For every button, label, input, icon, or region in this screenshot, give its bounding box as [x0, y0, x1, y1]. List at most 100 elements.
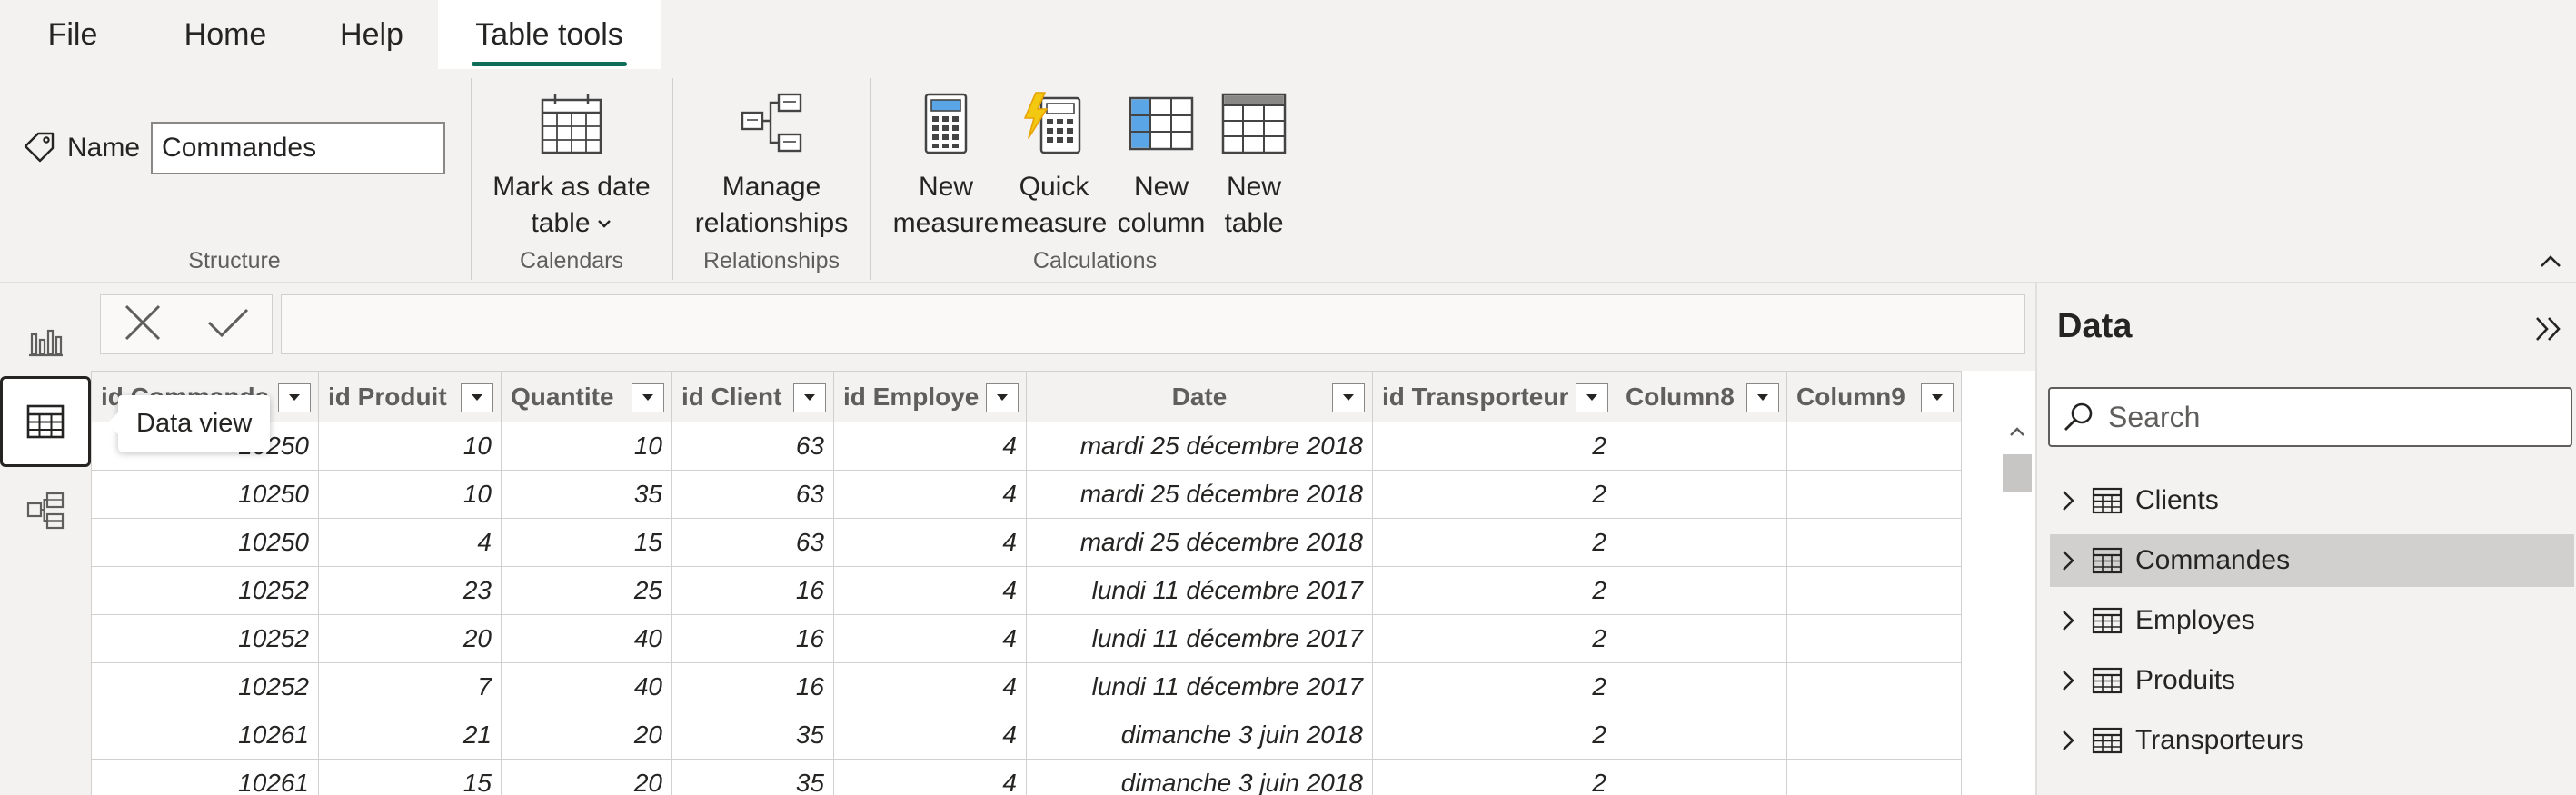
- collapse-ribbon-button[interactable]: [2536, 247, 2565, 276]
- table-cell[interactable]: 2: [1372, 614, 1616, 663]
- formula-input[interactable]: [281, 294, 2025, 354]
- filter-dropdown-button[interactable]: [632, 383, 664, 412]
- table-cell[interactable]: 10250: [91, 518, 319, 567]
- table-cell[interactable]: 35: [671, 711, 834, 760]
- tab-file[interactable]: File: [27, 0, 118, 69]
- table-cell[interactable]: dimanche 3 juin 2018: [1026, 711, 1373, 760]
- new-table-button[interactable]: New table: [1207, 91, 1301, 242]
- table-list-item[interactable]: Produits: [2050, 654, 2574, 707]
- table-cell[interactable]: [1616, 422, 1787, 471]
- vertical-scrollbar[interactable]: [1999, 418, 2035, 795]
- table-cell[interactable]: 10261: [91, 711, 319, 760]
- table-cell[interactable]: 4: [833, 662, 1027, 711]
- tab-table-tools[interactable]: Table tools: [438, 0, 661, 69]
- model-view-button[interactable]: [0, 465, 91, 556]
- table-cell[interactable]: 2: [1372, 470, 1616, 519]
- table-cell[interactable]: 2: [1372, 662, 1616, 711]
- column-header-column8[interactable]: Column8: [1616, 371, 1787, 422]
- table-cell[interactable]: 20: [501, 759, 672, 795]
- column-header-id-produit[interactable]: id Produit: [318, 371, 502, 422]
- table-cell[interactable]: [1616, 662, 1787, 711]
- table-cell[interactable]: [1786, 518, 1962, 567]
- cancel-formula-button[interactable]: [123, 303, 163, 347]
- table-cell[interactable]: 35: [501, 470, 672, 519]
- report-view-button[interactable]: [0, 294, 91, 385]
- table-cell[interactable]: mardi 25 décembre 2018: [1026, 470, 1373, 519]
- table-cell[interactable]: [1616, 614, 1787, 663]
- data-search-box[interactable]: [2048, 387, 2572, 447]
- table-cell[interactable]: 2: [1372, 711, 1616, 760]
- table-cell[interactable]: 2: [1372, 759, 1616, 795]
- table-list-item[interactable]: Clients: [2050, 474, 2574, 527]
- table-list-item[interactable]: Transporteurs: [2050, 714, 2574, 767]
- filter-dropdown-button[interactable]: [461, 383, 493, 412]
- chevron-right-icon[interactable]: [2059, 550, 2081, 571]
- table-cell[interactable]: mardi 25 décembre 2018: [1026, 422, 1373, 471]
- chevron-right-icon[interactable]: [2059, 490, 2081, 512]
- scroll-up-button[interactable]: [2004, 418, 2030, 445]
- table-cell[interactable]: 20: [501, 711, 672, 760]
- table-cell[interactable]: [1786, 759, 1962, 795]
- collapse-data-pane-button[interactable]: [2531, 311, 2567, 347]
- table-cell[interactable]: 40: [501, 614, 672, 663]
- table-cell[interactable]: 2: [1372, 566, 1616, 615]
- column-header-id-employe[interactable]: id Employe: [833, 371, 1027, 422]
- table-cell[interactable]: 2: [1372, 422, 1616, 471]
- table-cell[interactable]: dimanche 3 juin 2018: [1026, 759, 1373, 795]
- table-cell[interactable]: 10: [501, 422, 672, 471]
- table-cell[interactable]: [1786, 614, 1962, 663]
- new-column-button[interactable]: New column: [1110, 91, 1212, 242]
- table-cell[interactable]: lundi 11 décembre 2017: [1026, 614, 1373, 663]
- table-cell[interactable]: 4: [833, 759, 1027, 795]
- scrollbar-thumb[interactable]: [2003, 454, 2032, 492]
- table-cell[interactable]: 20: [318, 614, 502, 663]
- table-cell[interactable]: 35: [671, 759, 834, 795]
- column-header-date[interactable]: Date: [1026, 371, 1373, 422]
- table-cell[interactable]: 4: [833, 566, 1027, 615]
- table-cell[interactable]: [1616, 470, 1787, 519]
- table-cell[interactable]: 25: [501, 566, 672, 615]
- table-cell[interactable]: lundi 11 décembre 2017: [1026, 566, 1373, 615]
- tab-help[interactable]: Help: [318, 0, 425, 69]
- table-cell[interactable]: 4: [833, 470, 1027, 519]
- table-cell[interactable]: 2: [1372, 518, 1616, 567]
- table-cell[interactable]: 16: [671, 614, 834, 663]
- table-cell[interactable]: 40: [501, 662, 672, 711]
- filter-dropdown-button[interactable]: [1746, 383, 1779, 412]
- table-cell[interactable]: [1616, 759, 1787, 795]
- filter-dropdown-button[interactable]: [278, 383, 311, 412]
- new-measure-button[interactable]: New measure: [892, 91, 1000, 242]
- table-name-input[interactable]: [151, 122, 446, 174]
- filter-dropdown-button[interactable]: [1576, 383, 1608, 412]
- table-cell[interactable]: 10: [318, 470, 502, 519]
- table-cell[interactable]: 10252: [91, 662, 319, 711]
- table-cell[interactable]: 63: [671, 422, 834, 471]
- filter-dropdown-button[interactable]: [986, 383, 1019, 412]
- chevron-right-icon[interactable]: [2059, 610, 2081, 631]
- column-header-id-transporteur[interactable]: id Transporteur: [1372, 371, 1616, 422]
- table-cell[interactable]: 10252: [91, 566, 319, 615]
- table-cell[interactable]: [1786, 711, 1962, 760]
- table-cell[interactable]: 16: [671, 662, 834, 711]
- filter-dropdown-button[interactable]: [1332, 383, 1365, 412]
- table-cell[interactable]: 21: [318, 711, 502, 760]
- table-cell[interactable]: [1786, 566, 1962, 615]
- table-list-item[interactable]: Commandes: [2050, 534, 2574, 587]
- table-cell[interactable]: 10250: [91, 470, 319, 519]
- table-cell[interactable]: 23: [318, 566, 502, 615]
- table-cell[interactable]: 4: [318, 518, 502, 567]
- quick-measure-button[interactable]: Quick measure: [1000, 91, 1109, 242]
- table-cell[interactable]: 4: [833, 518, 1027, 567]
- mark-as-date-table-button[interactable]: Mark as date table: [472, 91, 671, 242]
- table-cell[interactable]: [1786, 662, 1962, 711]
- table-cell[interactable]: [1786, 422, 1962, 471]
- table-cell[interactable]: 7: [318, 662, 502, 711]
- filter-dropdown-button[interactable]: [793, 383, 826, 412]
- table-cell[interactable]: 4: [833, 614, 1027, 663]
- data-view-button[interactable]: [0, 376, 91, 467]
- filter-dropdown-button[interactable]: [1921, 383, 1954, 412]
- table-cell[interactable]: 63: [671, 518, 834, 567]
- table-cell[interactable]: 4: [833, 711, 1027, 760]
- table-cell[interactable]: 15: [318, 759, 502, 795]
- table-cell[interactable]: [1616, 566, 1787, 615]
